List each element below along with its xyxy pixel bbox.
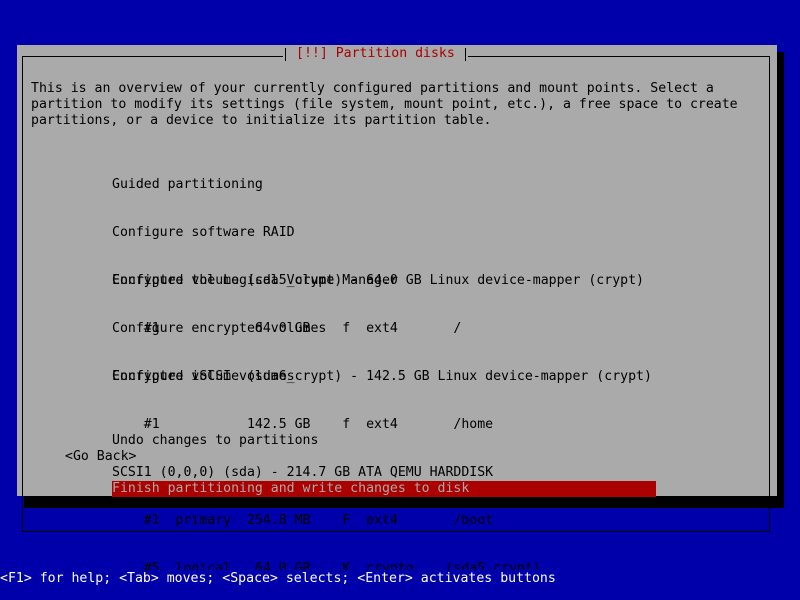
dialog-title-bar: [!!] Partition disks: [283, 45, 468, 63]
action-menu: Undo changes to partitions Finish partit…: [112, 401, 656, 529]
menu-item-configure-software-raid[interactable]: Configure software RAID: [112, 225, 398, 241]
intro-paragraph: This is an overview of your currently co…: [31, 81, 738, 128]
device-row-sda5-crypt[interactable]: Encrypted volume (sda5_crypt) - 64.0 GB …: [112, 273, 652, 289]
status-bar-help-text: <F1> for help; <Tab> moves; <Space> sele…: [0, 571, 556, 586]
partition-row-sda5-crypt-1[interactable]: #1 64.0 GB f ext4 /: [112, 321, 652, 337]
menu-item-guided-partitioning[interactable]: Guided partitioning: [112, 177, 398, 193]
device-row-sda6-crypt[interactable]: Encrypted volume (sda6_crypt) - 142.5 GB…: [112, 369, 652, 385]
undo-changes-item[interactable]: Undo changes to partitions: [112, 433, 656, 449]
finish-partitioning-item[interactable]: Finish partitioning and write changes to…: [112, 481, 656, 497]
page-title: [!!] Partition disks: [296, 46, 455, 61]
go-back-button[interactable]: <Go Back>: [65, 449, 136, 465]
title-right-tick: [464, 47, 466, 61]
installer-screen: [!!] Partition disks This is an overview…: [0, 0, 800, 600]
